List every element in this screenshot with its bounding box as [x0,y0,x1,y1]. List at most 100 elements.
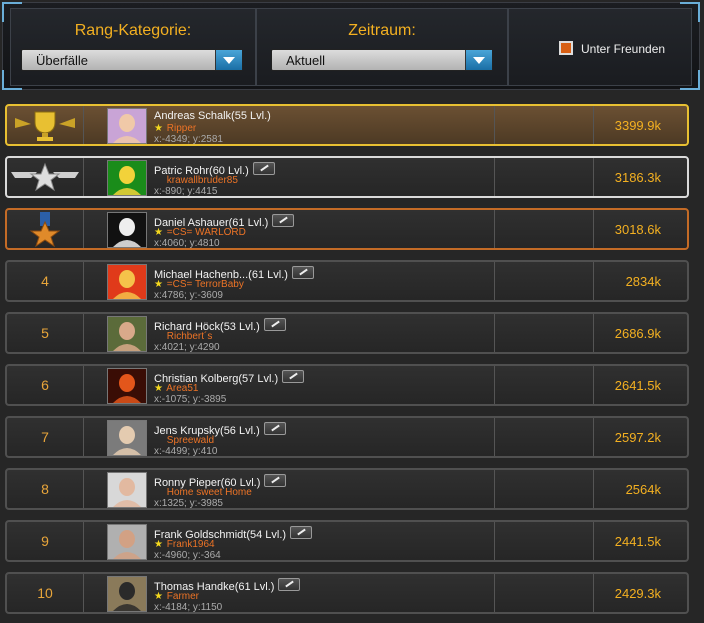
ranking-row[interactable]: 8 Ronny Pieper(60 Lvl.) Home sweet Home x:… [5,468,689,510]
avatar[interactable] [107,420,147,456]
chevron-down-icon[interactable] [465,50,492,70]
ranking-row[interactable]: 7 Jens Krupsky(56 Lvl.) Spreewald x:-4499;… [5,416,689,458]
ranking-row[interactable]: 5 Richard Höck(53 Lvl.) Richbert´s x:4021;… [5,312,689,354]
column-divider [593,366,594,404]
rank-number: 8 [41,481,49,497]
column-divider [494,574,495,612]
rank-cell: 5 [7,314,84,352]
category-select-value: Überfälle [36,53,89,68]
alliance-name[interactable]: ★ Frank1964 [154,539,215,550]
player-coordinates[interactable]: x:-4960; y:-364 [154,550,221,561]
rank-number: 4 [41,273,49,289]
avatar[interactable] [107,212,147,248]
ranking-row[interactable]: Daniel Ashauer(61 Lvl.) ★ =CS= WARLORD x:4… [5,208,689,250]
score-value: 2564k [625,482,661,497]
alliance-name[interactable]: krawallbruder85 [154,175,238,186]
pencil-icon[interactable] [290,526,313,539]
category-select[interactable]: Überfälle [21,49,243,71]
avatar[interactable] [107,108,147,144]
pencil-icon[interactable] [264,474,287,487]
alliance-name[interactable]: ★ =CS= TerrorBaby [154,279,244,290]
player-level: (53 Lvl.) [220,321,260,333]
pencil-icon[interactable] [272,214,295,227]
alliance-name[interactable]: ★ Farmer [154,591,199,602]
player-coordinates[interactable]: x:4060; y:4810 [154,238,220,249]
avatar[interactable] [107,472,147,508]
alliance-name-text: Farmer [164,591,199,602]
ranking-row[interactable]: Patric Rohr(60 Lvl.) krawallbruder85 x:-8… [5,156,689,198]
column-divider [593,574,594,612]
column-divider [494,262,495,300]
player-coordinates[interactable]: x:-1075; y:-3895 [154,394,226,405]
avatar[interactable] [107,264,147,300]
rank-cell: 6 [7,366,84,404]
alliance-name[interactable]: ★ Ripper [154,123,196,134]
alliance-name[interactable]: ★ Area51 [154,383,198,394]
rank-cell: 7 [7,418,84,456]
rank-cell: 4 [7,262,84,300]
player-coordinates[interactable]: x:-890; y:4415 [154,186,217,197]
player-coordinates[interactable]: x:4786; y:-3609 [154,290,223,301]
player-coordinates[interactable]: x:-4349; y:2581 [154,134,223,145]
rank-cell: 10 [7,574,84,612]
score-value: 3399.9k [614,118,661,133]
alliance-name[interactable]: ★ =CS= WARLORD [154,227,246,238]
player-coordinates[interactable]: x:1325; y:-3985 [154,498,223,509]
ranking-row[interactable]: 4 Michael Hachenb...(61 Lvl.) ★ =CS= Terro… [5,260,689,302]
column-divider [494,314,495,352]
friends-checkbox[interactable] [559,41,573,55]
rank-number: 10 [37,585,53,601]
rank-cell: 9 [7,522,84,560]
column-divider [494,210,495,248]
alliance-name[interactable]: Spreewald [154,435,214,446]
chevron-down-icon[interactable] [215,50,242,70]
alliance-name[interactable]: Home sweet Home [154,487,252,498]
player-level: (57 Lvl.) [238,373,279,385]
star-icon: ★ [154,591,163,602]
ranking-row[interactable]: Andreas Schalk(55 Lvl.) ★ Ripper x:-4349; … [5,104,689,146]
player-name[interactable]: Andreas Schalk(55 Lvl.) [154,110,271,122]
ranking-row[interactable]: 10 Thomas Handke(61 Lvl.) ★ Farmer x:-4184;… [5,572,689,614]
column-divider [494,158,495,196]
player-coordinates[interactable]: x:-4499; y:410 [154,446,217,457]
avatar[interactable] [107,316,147,352]
alliance-name-text: Home sweet Home [164,487,252,498]
score-value: 2429.3k [614,586,661,601]
column-divider [494,106,495,144]
avatar[interactable] [107,368,147,404]
friends-checkbox-label[interactable]: Unter Freunden [581,42,665,56]
period-select-value: Aktuell [286,53,326,68]
player-coordinates[interactable]: x:-4184; y:1150 [154,602,222,613]
player-coordinates[interactable]: x:4021; y:4290 [154,342,220,353]
pencil-icon[interactable] [291,266,314,279]
avatar[interactable] [107,576,147,612]
ranking-window: Rang-Kategorie: Überfälle Zeitraum: Aktu… [0,0,704,623]
rank-cell [7,210,84,248]
alliance-name-text: Spreewald [164,435,215,446]
player-name-text: Andreas Schalk [154,110,232,122]
score-value: 3186.3k [614,170,661,185]
star-icon: ★ [154,227,163,238]
score-value: 3018.6k [614,222,661,237]
player-level: (55 Lvl.) [231,110,271,122]
pencil-icon[interactable] [263,318,286,331]
column-divider [494,522,495,560]
avatar[interactable] [107,524,147,560]
pencil-icon[interactable] [263,422,286,435]
star-icon: ★ [154,539,163,550]
category-filter-panel: Rang-Kategorie: Überfälle [10,8,256,86]
alliance-name[interactable]: Richbert´s [154,331,213,342]
score-value: 2641.5k [614,378,661,393]
period-select[interactable]: Aktuell [271,49,493,71]
column-divider [593,158,594,196]
gold-trophy-icon [7,106,83,149]
silver-star-wings-icon [7,158,83,201]
avatar[interactable] [107,160,147,196]
ranking-row[interactable]: 9 Frank Goldschmidt(54 Lvl.) ★ Frank1964 x:… [5,520,689,562]
player-level: (54 Lvl.) [246,529,287,541]
pencil-icon[interactable] [278,578,301,591]
ranking-row[interactable]: 6 Christian Kolberg(57 Lvl.) ★ Area51 x:-10… [5,364,689,406]
pencil-icon[interactable] [252,162,275,175]
pencil-icon[interactable] [282,370,305,383]
score-value: 2834k [625,274,661,289]
